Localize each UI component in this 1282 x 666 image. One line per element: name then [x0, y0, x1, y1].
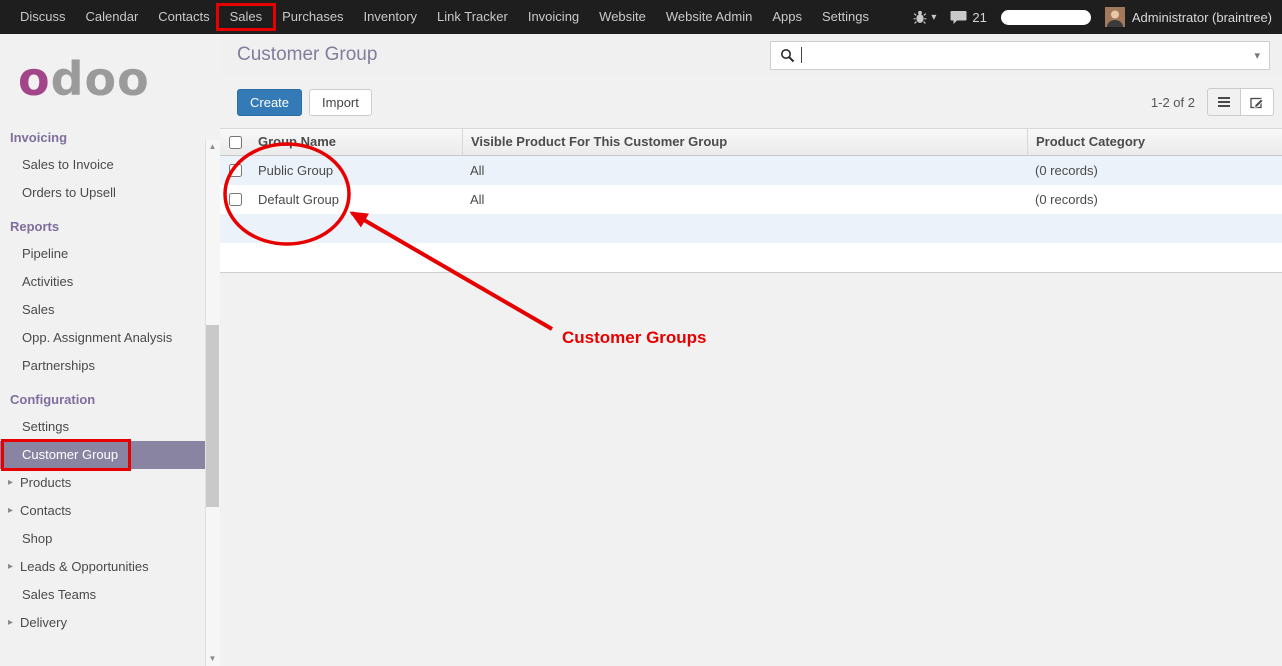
sidebar-item-opp-assignment-analysis[interactable]: Opp. Assignment Analysis: [0, 324, 205, 352]
list-view-icon: [1217, 96, 1231, 108]
search-input[interactable]: [808, 48, 1248, 63]
table-row[interactable]: Public Group All (0 records): [220, 156, 1282, 185]
cell-product-category: (0 records): [1027, 192, 1282, 207]
sidebar-item-partnerships[interactable]: Partnerships: [0, 352, 205, 380]
user-menu[interactable]: Administrator (braintree): [1105, 7, 1272, 27]
topbar-item-discuss[interactable]: Discuss: [10, 0, 76, 34]
topbar-item-invoicing[interactable]: Invoicing: [518, 0, 589, 34]
sidebar-item-delivery[interactable]: ▸Delivery: [0, 609, 205, 637]
cell-group-name: Default Group: [250, 192, 462, 207]
topbar-item-sales[interactable]: Sales: [220, 0, 273, 34]
control-right: 1-2 of 2: [1151, 88, 1274, 116]
row-checkbox-cell: [220, 164, 250, 177]
scrollbar-down-arrow[interactable]: ▼: [205, 652, 220, 666]
recorder-pill: [1001, 10, 1091, 25]
main-header: Customer Group ▾: [220, 34, 1282, 76]
sidebar-item-sales-teams[interactable]: Sales Teams: [0, 581, 205, 609]
control-bar: Create Import 1-2 of 2: [220, 76, 1282, 128]
sidebar-item-orders-to-upsell[interactable]: Orders to Upsell: [0, 179, 205, 207]
sidebar-section-reports: Reports: [0, 207, 220, 240]
table-row[interactable]: Default Group All (0 records): [220, 185, 1282, 214]
text-cursor: [801, 47, 802, 63]
column-header-group-name[interactable]: Group Name: [250, 129, 462, 155]
cell-visible-product: All: [462, 192, 1027, 207]
row-checkbox[interactable]: [229, 164, 242, 177]
view-switcher: [1207, 88, 1274, 116]
sidebar-section-configuration: Configuration: [0, 380, 220, 413]
page: Discuss Calendar Contacts Sales Purchase…: [0, 0, 1282, 666]
empty-row: [220, 214, 1282, 243]
expand-arrow-icon: ▸: [8, 560, 20, 574]
user-name: Administrator (braintree): [1132, 10, 1272, 25]
topbar-item-purchases[interactable]: Purchases: [272, 0, 353, 34]
column-header-visible-product[interactable]: Visible Product For This Customer Group: [462, 129, 1027, 155]
sidebar-item-sales[interactable]: Sales: [0, 296, 205, 324]
list-view-button[interactable]: [1207, 88, 1241, 116]
empty-row: [220, 243, 1282, 272]
sidebar-item-products[interactable]: ▸Products: [0, 469, 205, 497]
sidebar-item-customer-group[interactable]: Customer Group: [0, 441, 205, 469]
customer-group-table: Group Name Visible Product For This Cust…: [220, 128, 1282, 273]
app-body: odoo Invoicing Sales to Invoice Orders t…: [0, 34, 1282, 666]
topbar-item-settings[interactable]: Settings: [812, 0, 879, 34]
scrollbar-up-arrow[interactable]: ▲: [205, 140, 220, 154]
topbar-item-apps[interactable]: Apps: [762, 0, 812, 34]
topbar-item-calendar[interactable]: Calendar: [76, 0, 149, 34]
topbar-item-website[interactable]: Website: [589, 0, 656, 34]
form-view-button[interactable]: [1240, 88, 1274, 116]
search-box: ▾: [770, 41, 1270, 70]
cell-visible-product: All: [462, 163, 1027, 178]
sidebar: odoo Invoicing Sales to Invoice Orders t…: [0, 34, 220, 666]
sidebar-scrollbar[interactable]: ▲ ▼: [205, 140, 220, 666]
cell-group-name: Public Group: [250, 163, 462, 178]
odoo-logo[interactable]: odoo: [18, 56, 220, 102]
sidebar-item-activities[interactable]: Activities: [0, 268, 205, 296]
top-menu: Discuss Calendar Contacts Sales Purchase…: [10, 0, 879, 34]
sidebar-nav: Invoicing Sales to Invoice Orders to Ups…: [0, 118, 220, 637]
sidebar-item-contacts[interactable]: ▸Contacts: [0, 497, 205, 525]
sidebar-item-pipeline[interactable]: Pipeline: [0, 240, 205, 268]
topbar-item-website-admin[interactable]: Website Admin: [656, 0, 762, 34]
topbar-right: ▾ 21 Administrator (braintree): [913, 7, 1272, 27]
expand-arrow-icon: ▸: [8, 616, 20, 630]
table-header-row: Group Name Visible Product For This Cust…: [220, 128, 1282, 156]
topbar: Discuss Calendar Contacts Sales Purchase…: [0, 0, 1282, 34]
expand-arrow-icon: ▸: [8, 476, 20, 490]
bug-icon: [913, 10, 927, 24]
form-view-icon: [1250, 96, 1264, 109]
select-all-cell: [220, 129, 250, 155]
avatar: [1105, 7, 1125, 27]
chat-icon: [950, 10, 967, 25]
topbar-item-contacts[interactable]: Contacts: [148, 0, 219, 34]
sidebar-section-invoicing: Invoicing: [0, 118, 220, 151]
topbar-item-link-tracker[interactable]: Link Tracker: [427, 0, 518, 34]
sidebar-item-settings[interactable]: Settings: [0, 413, 205, 441]
pagination: 1-2 of 2: [1151, 95, 1195, 110]
search-dropdown-caret-icon[interactable]: ▾: [1254, 49, 1260, 62]
topbar-item-inventory[interactable]: Inventory: [354, 0, 427, 34]
page-title: Customer Group: [237, 44, 377, 66]
sidebar-item-shop[interactable]: Shop: [0, 525, 205, 553]
messages-indicator[interactable]: 21: [950, 10, 986, 25]
messages-count: 21: [972, 10, 986, 25]
search-icon: [780, 48, 795, 63]
expand-arrow-icon: ▸: [8, 504, 20, 518]
debug-menu[interactable]: ▾: [913, 10, 936, 24]
topbar-item-sales-label: Sales: [230, 9, 263, 24]
scrollbar-thumb[interactable]: [206, 325, 219, 507]
cell-product-category: (0 records): [1027, 163, 1282, 178]
select-all-checkbox[interactable]: [229, 136, 242, 149]
sidebar-item-leads-opportunities[interactable]: ▸Leads & Opportunities: [0, 553, 205, 581]
column-header-product-category[interactable]: Product Category: [1027, 129, 1282, 155]
import-button[interactable]: Import: [309, 89, 372, 116]
create-button[interactable]: Create: [237, 89, 302, 116]
sidebar-item-sales-to-invoice[interactable]: Sales to Invoice: [0, 151, 205, 179]
row-checkbox[interactable]: [229, 193, 242, 206]
main-content: Customer Group ▾ Create Import 1-2 of 2: [220, 34, 1282, 666]
row-checkbox-cell: [220, 193, 250, 206]
caret-down-icon: ▾: [931, 12, 936, 23]
